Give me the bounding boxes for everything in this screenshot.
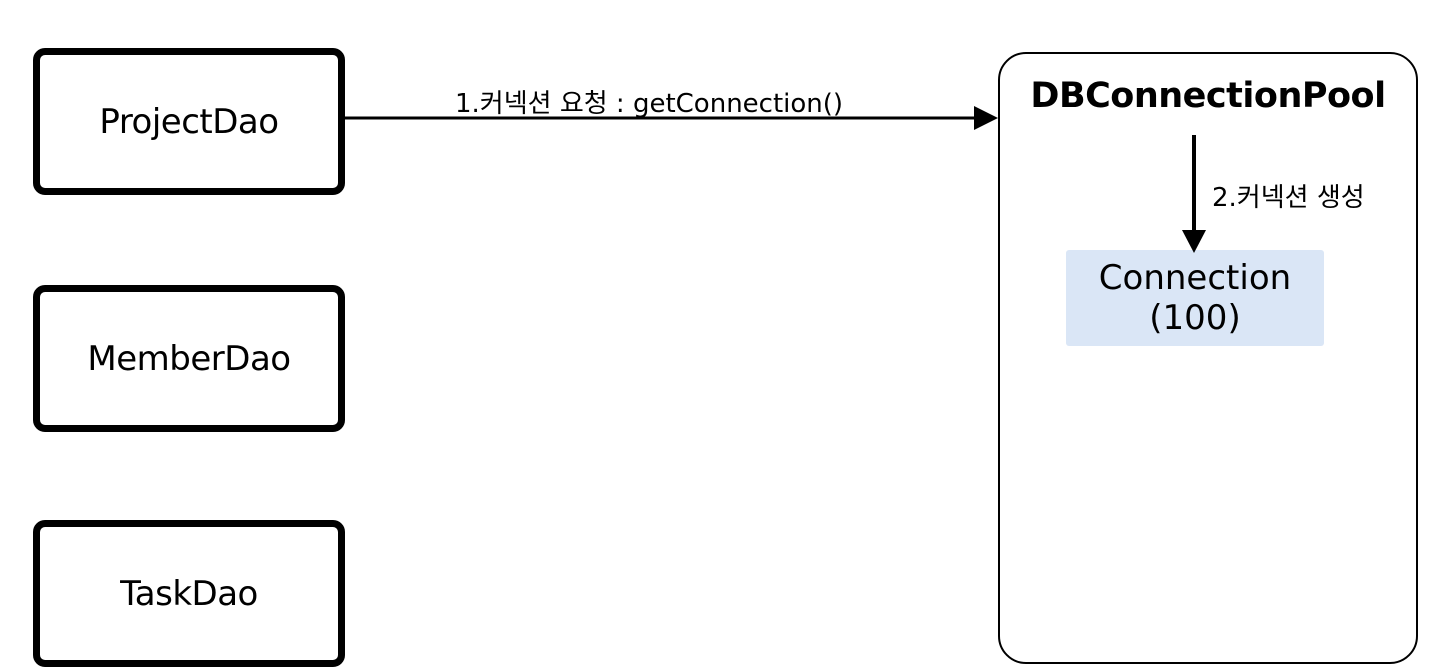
request-edge-label: 1.커넥션 요청 : getConnection() <box>455 89 844 119</box>
request-arrowhead <box>974 106 998 130</box>
create-edge-label: 2.커넥션 생성 <box>1212 183 1365 213</box>
create-arrow <box>1182 135 1206 253</box>
create-arrowhead <box>1182 230 1206 253</box>
